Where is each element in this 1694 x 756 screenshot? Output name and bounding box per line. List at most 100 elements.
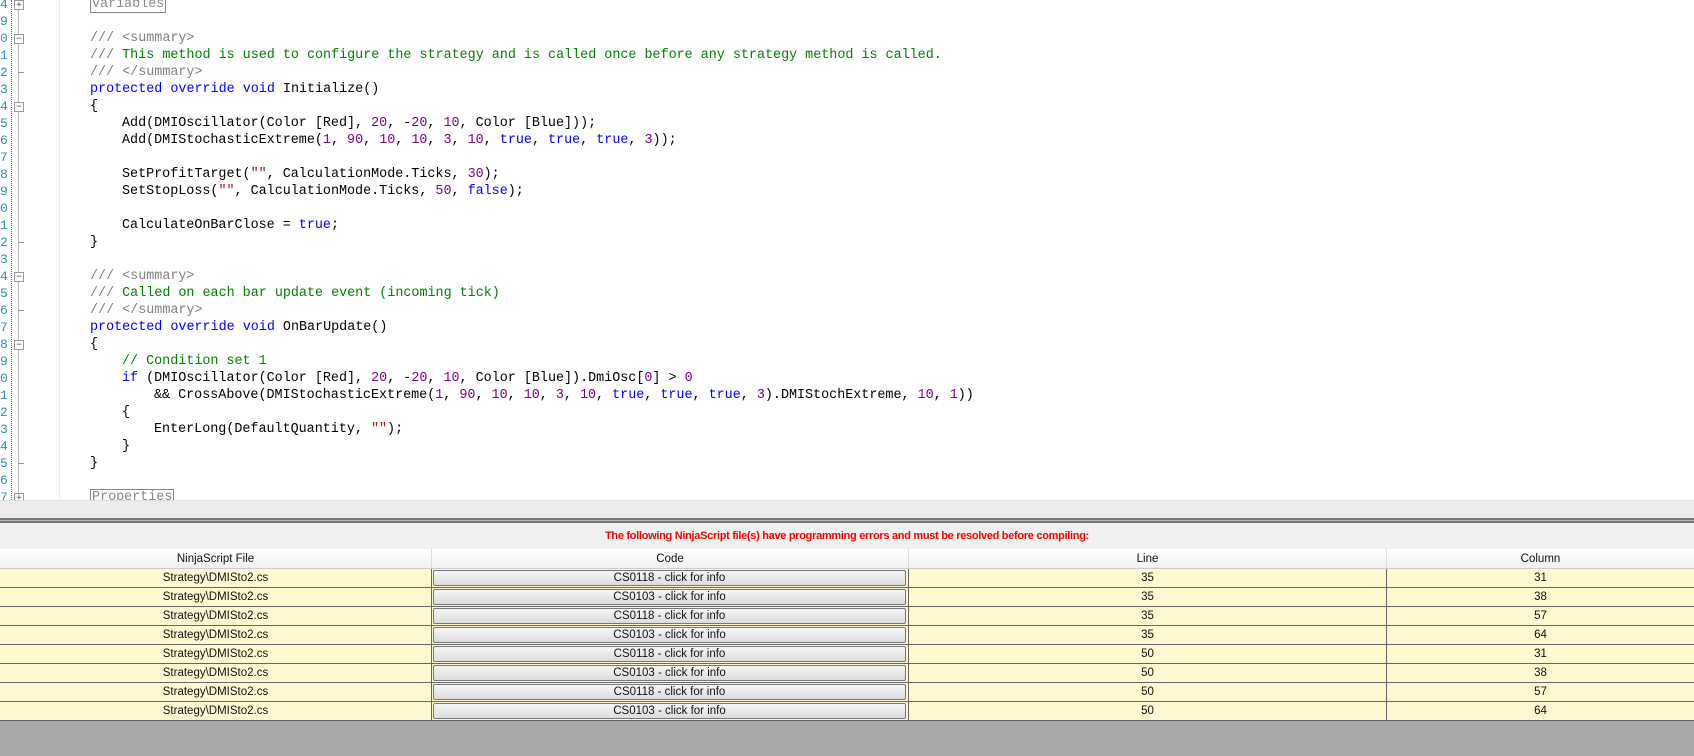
line-number: 0 (0, 371, 8, 386)
column-header-column[interactable]: Column (1387, 549, 1694, 569)
collapse-icon[interactable]: − (14, 102, 24, 112)
error-row[interactable]: Strategy\DMISto2.cs CS0103 - click for in… (0, 702, 1694, 721)
column-cell: 38 (1534, 591, 1547, 603)
code-text: Add(DMIStochasticExtreme(1, 90, 10, 10, … (122, 133, 677, 148)
file-cell: Strategy\DMISto2.cs (0, 664, 432, 682)
error-row[interactable]: Strategy\DMISto2.cs CS0118 - click for in… (0, 645, 1694, 664)
code-line[interactable]: 1 CalculateOnBarClose = true; (0, 217, 1694, 234)
code-line[interactable]: 7 + Properties (0, 489, 1694, 500)
code-line[interactable]: 5} (0, 455, 1694, 472)
line-cell: 35 (909, 588, 1387, 606)
code-line[interactable]: 6 (0, 472, 1694, 489)
line-number: 1 (0, 218, 8, 233)
code-text: } (90, 235, 99, 250)
line-cell: 35 (909, 626, 1387, 644)
code-text: protected override void OnBarUpdate() (90, 320, 388, 335)
column-header-line[interactable]: Line (909, 549, 1387, 569)
code-text: if (DMIOscillator(Color [Red], 20, -20, … (122, 371, 693, 386)
column-cell: 31 (1534, 572, 1547, 584)
column-cell: 57 (1534, 610, 1547, 622)
code-line[interactable]: 1 /// This method is used to configure th… (0, 47, 1694, 64)
code-text: EnterLong(DefaultQuantity, ""); (154, 422, 404, 437)
code-line[interactable]: 5 /// Called on each bar update event (in… (0, 285, 1694, 302)
file-cell: Strategy\DMISto2.cs (0, 683, 432, 701)
code-text: // Condition set 1 (122, 354, 267, 369)
horizontal-scrollbar[interactable] (0, 500, 1694, 519)
code-line[interactable]: 1 && CrossAbove(DMIStochasticExtreme(1, 9… (0, 387, 1694, 404)
error-info-button[interactable]: CS0118 - click for info (433, 646, 906, 662)
error-row[interactable]: Strategy\DMISto2.cs CS0103 - click for in… (0, 588, 1694, 607)
line-number: 1 (0, 48, 8, 63)
code-text: /// </summary> (90, 303, 203, 318)
code-text: { (90, 337, 99, 352)
code-editor[interactable]: 4 + Variables 9 0−/// <summary> 1/// This met… (0, 0, 1694, 500)
file-cell: Strategy\DMISto2.cs (0, 569, 432, 587)
error-info-button[interactable]: CS0118 - click for info (433, 684, 906, 700)
code-text: /// This method is used to configure the… (90, 48, 942, 63)
empty-grid-area (0, 721, 1694, 756)
error-row[interactable]: Strategy\DMISto2.cs CS0103 - click for in… (0, 626, 1694, 645)
line-number: 4 (0, 99, 8, 114)
error-row[interactable]: Strategy\DMISto2.cs CS0118 - click for in… (0, 569, 1694, 588)
collapse-icon[interactable]: − (14, 340, 24, 350)
code-line[interactable]: 3 (0, 251, 1694, 268)
code-line[interactable]: 2{ (0, 404, 1694, 421)
code-text: /// <summary> (90, 31, 195, 46)
line-number: 0 (0, 31, 8, 46)
line-number: 2 (0, 65, 8, 80)
code-line[interactable]: 3 protected override void Initialize() (0, 81, 1694, 98)
error-info-button[interactable]: CS0103 - click for info (433, 665, 906, 681)
line-cell: 50 (909, 645, 1387, 663)
code-line[interactable]: 9 (0, 13, 1694, 30)
collapse-icon[interactable]: − (14, 34, 24, 44)
expand-icon[interactable]: + (14, 493, 24, 500)
code-line[interactable]: 4 + Variables (0, 0, 1694, 13)
code-line[interactable]: 7 protected override void OnBarUpdate() (0, 319, 1694, 336)
line-number: 4 (0, 269, 8, 284)
code-line[interactable]: 0 if (DMIOscillator(Color [Red], 20, -20,… (0, 370, 1694, 387)
code-text: Add(DMIOscillator(Color [Red], 20, -20, … (122, 116, 597, 131)
code-line[interactable]: 6 /// </summary> (0, 302, 1694, 319)
code-line[interactable]: 8 SetProfitTarget("", CalculationMode.Tic… (0, 166, 1694, 183)
error-info-button[interactable]: CS0118 - click for info (433, 570, 906, 586)
code-line[interactable]: 6 Add(DMIStochasticExtreme(1, 90, 10, 10,… (0, 132, 1694, 149)
error-row[interactable]: Strategy\DMISto2.cs CS0118 - click for in… (0, 607, 1694, 626)
line-number: 7 (0, 320, 8, 335)
error-row[interactable]: Strategy\DMISto2.cs CS0118 - click for in… (0, 683, 1694, 702)
expand-icon[interactable]: + (14, 0, 24, 10)
code-text: { (122, 405, 131, 420)
code-line[interactable]: 0− /// <summary> (0, 30, 1694, 47)
code-text: /// Called on each bar update event (inc… (90, 286, 500, 301)
code-line[interactable]: 4− { (0, 98, 1694, 115)
code-text: } (90, 456, 99, 471)
error-info-button[interactable]: CS0103 - click for info (433, 627, 906, 643)
code-text: /// <summary> (90, 269, 195, 284)
collapse-icon[interactable]: − (14, 272, 24, 282)
line-cell: 50 (909, 702, 1387, 720)
code-line[interactable]: 2} (0, 234, 1694, 251)
line-number: 9 (0, 184, 8, 199)
error-info-button[interactable]: CS0103 - click for info (433, 589, 906, 605)
code-line[interactable]: 8− { (0, 336, 1694, 353)
code-line[interactable]: 3 EnterLong(DefaultQuantity, ""); (0, 421, 1694, 438)
file-cell: Strategy\DMISto2.cs (0, 702, 432, 720)
code-line[interactable]: 4} (0, 438, 1694, 455)
column-header-code[interactable]: Code (432, 549, 909, 569)
column-cell: 64 (1534, 705, 1547, 717)
line-number: 1 (0, 388, 8, 403)
code-line[interactable]: 9 // Condition set 1 (0, 353, 1694, 370)
code-line[interactable]: 5 Add(DMIOscillator(Color [Red], 20, -20,… (0, 115, 1694, 132)
code-line[interactable]: 2 /// </summary> (0, 64, 1694, 81)
code-line[interactable]: 9 SetStopLoss("", CalculationMode.Ticks, … (0, 183, 1694, 200)
error-info-button[interactable]: CS0103 - click for info (433, 703, 906, 719)
file-cell: Strategy\DMISto2.cs (0, 588, 432, 606)
column-header-file[interactable]: NinjaScript File (0, 549, 432, 569)
line-number: 9 (0, 14, 8, 29)
error-info-button[interactable]: CS0118 - click for info (433, 608, 906, 624)
code-line[interactable]: 4− /// <summary> (0, 268, 1694, 285)
code-line[interactable]: 0 (0, 200, 1694, 217)
line-number: 7 (0, 490, 8, 500)
line-number: 5 (0, 116, 8, 131)
error-row[interactable]: Strategy\DMISto2.cs CS0103 - click for in… (0, 664, 1694, 683)
code-line[interactable]: 7 (0, 149, 1694, 166)
